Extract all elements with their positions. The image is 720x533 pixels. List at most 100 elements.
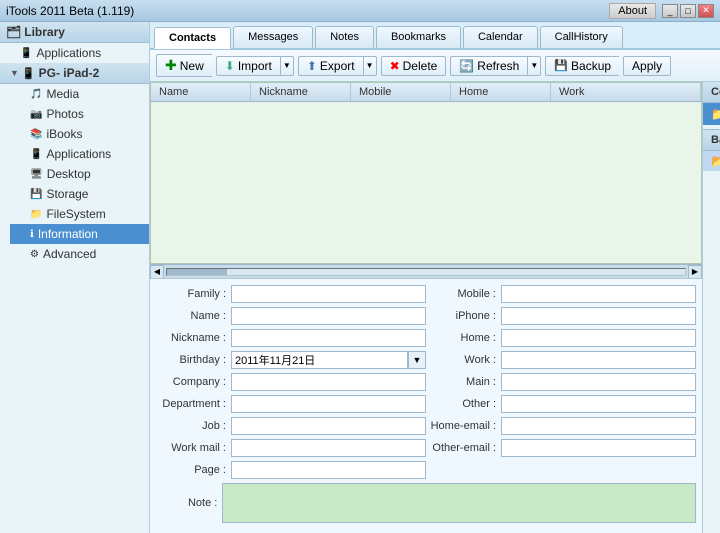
new-btn-group: ✚ New (156, 54, 212, 77)
other-label: Other : (426, 398, 501, 410)
scroll-left-btn[interactable]: ◀ (150, 265, 164, 279)
birthday-input[interactable] (231, 351, 408, 369)
close-button[interactable]: ✕ (698, 4, 714, 18)
backup-button[interactable]: 💾 Backup (545, 56, 619, 76)
sidebar-item-desktop[interactable]: 🖥 Desktop (10, 164, 149, 184)
sidebar-item-applications-top[interactable]: 📱 Applications (0, 43, 149, 63)
iphone-field-group: iPhone : (426, 307, 696, 325)
export-arrow[interactable]: ▼ (363, 56, 377, 76)
date-picker-button[interactable]: ▼ (408, 351, 426, 369)
apply-button[interactable]: Apply (623, 56, 671, 76)
family-field-group: Family : (156, 285, 426, 303)
backup-current-item[interactable]: 📂 Current (703, 151, 720, 171)
note-textarea[interactable] (222, 483, 696, 523)
scroll-track[interactable] (166, 268, 686, 276)
sidebar-photos-label: Photos (46, 107, 83, 121)
about-button[interactable]: About (609, 3, 656, 19)
sidebar-ipad-group: 🎵 Media 📷 Photos 📚 iBooks 📱 Applications… (0, 84, 149, 264)
tab-callhistory[interactable]: CallHistory (540, 26, 623, 48)
tab-messages[interactable]: Messages (233, 26, 313, 48)
form-row-5: Company : Main : (156, 373, 696, 391)
contacts-all-item[interactable]: 📁 All(0) (703, 103, 720, 125)
department-field-group: Department : (156, 395, 426, 413)
name-input[interactable] (231, 307, 426, 325)
work-field-group: Work : (426, 351, 696, 369)
department-input[interactable] (231, 395, 426, 413)
sidebar-item-media[interactable]: 🎵 Media (10, 84, 149, 104)
mobile-input[interactable] (501, 285, 696, 303)
main-label: Main : (426, 376, 501, 388)
home-input[interactable] (501, 329, 696, 347)
sidebar-item-information[interactable]: ℹ Information (10, 224, 149, 244)
otheremail-input[interactable] (501, 439, 696, 457)
form-row-7: Job : Home-email : (156, 417, 696, 435)
export-icon: ⬆ (307, 59, 317, 73)
other-input[interactable] (501, 395, 696, 413)
sidebar-ipad-header[interactable]: ▼ 📱 PG- iPad-2 (0, 63, 149, 84)
scroll-thumb[interactable] (167, 269, 227, 275)
sidebar-storage-label: Storage (46, 187, 88, 201)
form-row-6: Department : Other : (156, 395, 696, 413)
otheremail-field-group: Other-email : (426, 439, 696, 457)
applications-icon: 📱 (20, 48, 32, 59)
sidebar-desktop-label: Desktop (47, 167, 91, 181)
sidebar-item-applications[interactable]: 📱 Applications (10, 144, 149, 164)
homeemail-input[interactable] (501, 417, 696, 435)
sidebar-item-photos[interactable]: 📷 Photos (10, 104, 149, 124)
tab-bar: Contacts Messages Notes Bookmarks Calend… (150, 22, 720, 50)
minimize-button[interactable]: _ (662, 4, 678, 18)
refresh-button[interactable]: 🔄 Refresh (450, 56, 527, 76)
delete-label: Delete (403, 59, 438, 73)
sidebar-item-ibooks[interactable]: 📚 iBooks (10, 124, 149, 144)
apply-label: Apply (632, 59, 662, 73)
page-input[interactable] (231, 461, 426, 479)
table-header: Name Nickname Mobile Home Work (151, 83, 701, 102)
sidebar-item-storage[interactable]: 💾 Storage (10, 184, 149, 204)
birthday-label: Birthday : (156, 354, 231, 366)
sidebar-filesystem-label: FileSystem (46, 207, 105, 221)
company-input[interactable] (231, 373, 426, 391)
sidebar-library-header[interactable]: 🗂 Library (0, 22, 149, 43)
sidebar-ibooks-label: iBooks (46, 127, 82, 141)
col-work-header: Work (551, 83, 701, 101)
sidebar-item-filesystem[interactable]: 📁 FileSystem (10, 204, 149, 224)
window-controls[interactable]: _ □ ✕ (662, 4, 714, 18)
sidebar-item-advanced[interactable]: ⚙ Advanced (10, 244, 149, 264)
col-nickname-header: Nickname (251, 83, 351, 101)
col-name-header: Name (151, 83, 251, 101)
job-input[interactable] (231, 417, 426, 435)
maximize-button[interactable]: □ (680, 4, 696, 18)
new-button[interactable]: ✚ New (156, 54, 212, 77)
company-field-group: Company : (156, 373, 426, 391)
workmail-input[interactable] (231, 439, 426, 457)
name-field-group: Name : (156, 307, 426, 325)
import-button[interactable]: ⬇ Import (216, 56, 280, 76)
scroll-right-btn[interactable]: ▶ (688, 265, 702, 279)
titlebar-title: iTools 2011 Beta (1.119) (6, 4, 134, 18)
sidebar-item-label: Applications (36, 46, 101, 60)
homeemail-label: Home-email : (426, 420, 501, 432)
import-arrow[interactable]: ▼ (280, 56, 294, 76)
media-icon: 🎵 (30, 89, 42, 100)
main-input[interactable] (501, 373, 696, 391)
tab-notes[interactable]: Notes (315, 26, 374, 48)
horizontal-scrollbar[interactable]: ◀ ▶ (150, 264, 702, 278)
export-label: Export (320, 59, 355, 73)
nickname-label: Nickname : (156, 332, 231, 344)
export-button[interactable]: ⬆ Export (298, 56, 363, 76)
nickname-input[interactable] (231, 329, 426, 347)
work-input[interactable] (501, 351, 696, 369)
refresh-arrow[interactable]: ▼ (527, 56, 541, 76)
company-label: Company : (156, 376, 231, 388)
tab-bookmarks[interactable]: Bookmarks (376, 26, 461, 48)
ibooks-icon: 📚 (30, 129, 42, 140)
iphone-label: iPhone : (426, 310, 501, 322)
delete-button[interactable]: ✖ Delete (381, 56, 447, 76)
col-mobile-header: Mobile (351, 83, 451, 101)
tab-contacts[interactable]: Contacts (154, 27, 231, 49)
tab-calendar[interactable]: Calendar (463, 26, 538, 48)
toolbar: ✚ New ⬇ Import ▼ ⬆ Export ▼ ✖ D (150, 50, 720, 82)
iphone-input[interactable] (501, 307, 696, 325)
family-input[interactable] (231, 285, 426, 303)
family-label: Family : (156, 288, 231, 300)
